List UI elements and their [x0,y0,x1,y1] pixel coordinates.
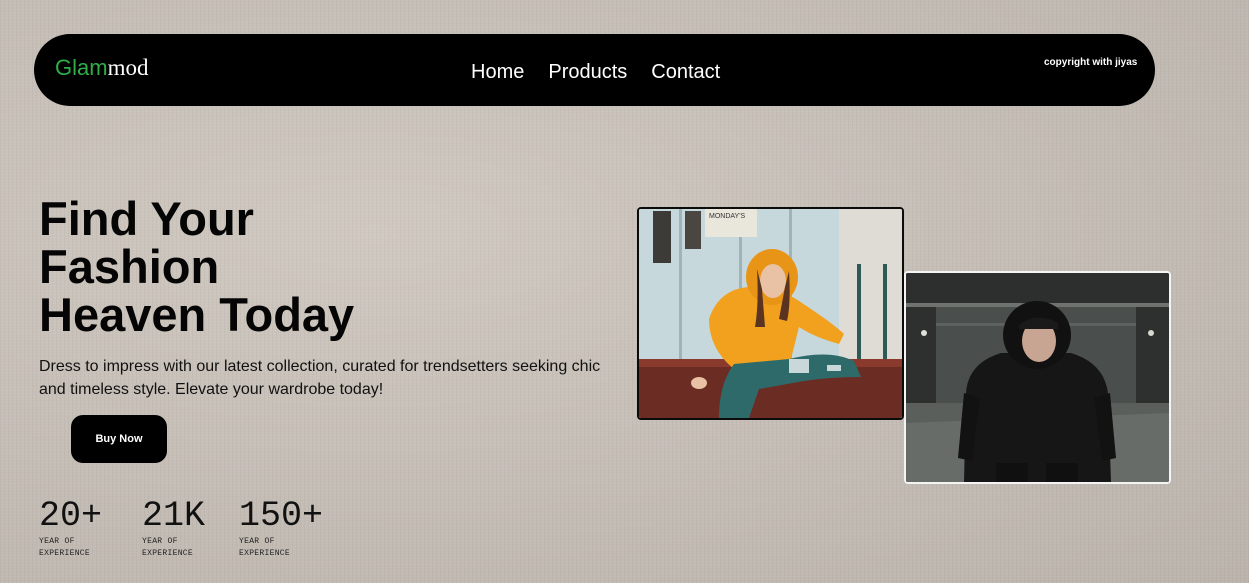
buy-now-button[interactable]: Buy Now [71,415,167,463]
model-photo-man [904,271,1171,484]
nav-link-products[interactable]: Products [548,60,627,84]
nav-link-contact[interactable]: Contact [651,60,720,84]
navbar: Glammod Home Products Contact copyright … [34,34,1155,106]
stat-value: 21K [142,496,206,536]
hero-description: Dress to impress with our latest collect… [39,358,601,398]
stat-value: 20+ [39,496,103,536]
nav-links: Home Products Contact [471,60,744,84]
stat-customers: 21K YEAR OF EXPERIENCE [142,497,212,560]
nav-link-home[interactable]: Home [471,60,524,84]
stat-label: YEAR OF EXPERIENCE [39,537,91,558]
stat-experience: 20+ YEAR OF EXPERIENCE [39,497,109,560]
hero-title: Find Your Fashion Heaven Today [39,195,459,339]
woman-photo-sign-text: MONDAY'S [709,213,746,220]
brand-name-part2: mod [107,55,149,80]
hero-title-line-3: Heaven Today [39,288,355,341]
stat-label: YEAR OF EXPERIENCE [239,537,291,558]
brand-name-part1: Glam [55,55,108,80]
stat-value: 150+ [239,496,324,536]
man-photo-illustration [906,273,1169,482]
model-photo-woman: MONDAY'S [637,207,904,420]
woman-photo-illustration: MONDAY'S [639,209,902,418]
hero-title-line-2: Fashion [39,240,220,293]
brand-logo[interactable]: Glammod [55,55,148,81]
hero-title-line-1: Find Your [39,192,254,245]
stat-products: 150+ YEAR OF EXPERIENCE [239,497,323,560]
stat-label: YEAR OF EXPERIENCE [142,537,194,558]
copyright-text: copyright with jiyas [1044,57,1138,68]
